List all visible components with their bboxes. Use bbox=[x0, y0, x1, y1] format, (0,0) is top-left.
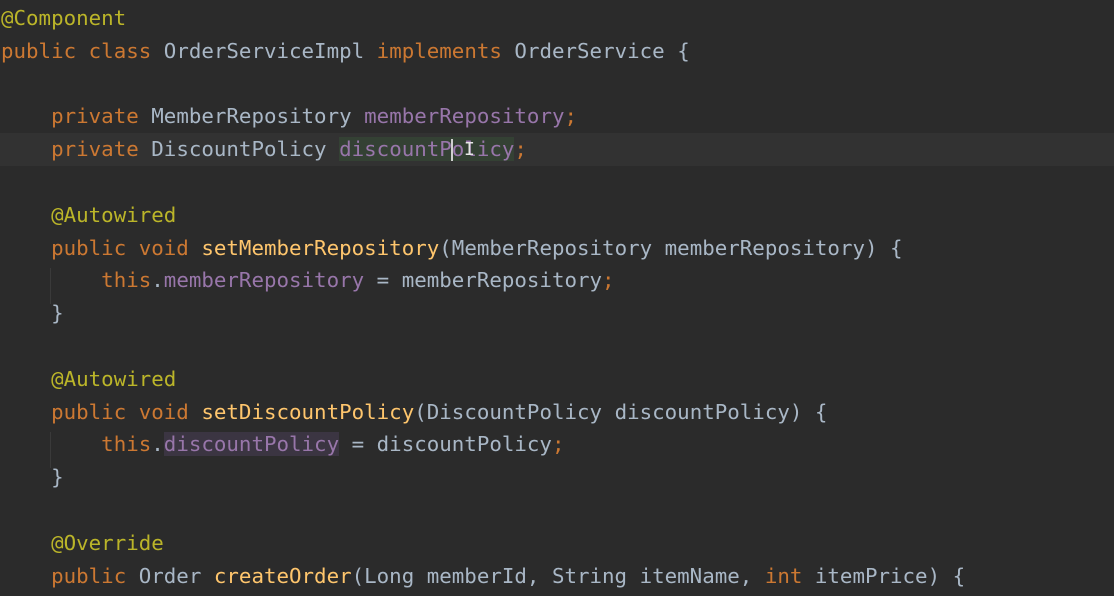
code-line-14[interactable]: this.discountPolicy = discountPolicy; bbox=[0, 428, 1114, 461]
brace: } bbox=[51, 465, 64, 490]
keyword: public bbox=[51, 235, 127, 260]
code-line-16[interactable] bbox=[0, 494, 1114, 527]
field-discount-policy-highlighted: discountPolicy bbox=[339, 137, 515, 162]
parameters: itemPrice) { bbox=[802, 563, 966, 588]
code-editor[interactable]: @Component public class OrderServiceImpl… bbox=[0, 0, 1114, 596]
semicolon: ; bbox=[564, 104, 578, 129]
parameters: (MemberRepository memberRepository) { bbox=[439, 235, 903, 260]
method-name: setMemberRepository bbox=[201, 235, 440, 260]
code-line-17[interactable]: @Override bbox=[0, 527, 1114, 560]
class-name: OrderServiceImpl bbox=[163, 38, 365, 63]
interface-name: OrderService bbox=[514, 38, 665, 63]
code-area[interactable]: @Component public class OrderServiceImpl… bbox=[0, 2, 1114, 592]
brace: } bbox=[51, 301, 64, 326]
keyword: class bbox=[88, 38, 152, 63]
code-line-3[interactable] bbox=[0, 68, 1114, 101]
code-line-15[interactable]: } bbox=[0, 461, 1114, 494]
annotation-override: @Override bbox=[51, 530, 164, 555]
dot: . bbox=[151, 432, 164, 457]
brace: { bbox=[677, 38, 690, 63]
code-line-9[interactable]: this.memberRepository = memberRepository… bbox=[0, 264, 1114, 297]
code-line-5[interactable]: private DiscountPolicy discountPolicy; bbox=[0, 133, 1114, 166]
keyword: public bbox=[51, 563, 127, 588]
field-reference: memberRepository bbox=[163, 268, 365, 293]
keyword: private bbox=[51, 104, 139, 129]
method-name: createOrder bbox=[213, 563, 352, 588]
keyword: public bbox=[51, 399, 127, 424]
code-line-6[interactable] bbox=[0, 166, 1114, 199]
code-line-18[interactable]: public Order createOrder(Long memberId, … bbox=[0, 560, 1114, 593]
code-line-10[interactable]: } bbox=[0, 297, 1114, 330]
code-line-13[interactable]: public void setDiscountPolicy(DiscountPo… bbox=[0, 396, 1114, 429]
ibeam-cursor-icon: I bbox=[464, 139, 475, 160]
annotation-component: @Component bbox=[1, 6, 127, 30]
keyword: private bbox=[51, 137, 139, 162]
dot: . bbox=[151, 268, 164, 293]
parameters: (DiscountPolicy discountPolicy) { bbox=[414, 399, 828, 424]
code-line-4[interactable]: private MemberRepository memberRepositor… bbox=[0, 100, 1114, 133]
type-name: MemberRepository bbox=[151, 104, 352, 129]
code-line-7[interactable]: @Autowired bbox=[0, 199, 1114, 232]
keyword: this bbox=[101, 268, 152, 293]
code-line-1[interactable]: @Component bbox=[0, 2, 1114, 35]
keyword: int bbox=[764, 563, 803, 588]
keyword: void bbox=[138, 235, 189, 260]
keyword: this bbox=[101, 432, 152, 457]
semicolon: ; bbox=[602, 268, 615, 293]
keyword: implements bbox=[376, 38, 502, 63]
assignment: = memberRepository bbox=[364, 268, 603, 293]
type-name: DiscountPolicy bbox=[151, 137, 327, 162]
field-reference-highlighted: discountPolicy bbox=[163, 432, 340, 457]
annotation-autowired: @Autowired bbox=[51, 202, 177, 227]
code-line-2[interactable]: public class OrderServiceImpl implements… bbox=[0, 35, 1114, 68]
code-line-8[interactable]: public void setMemberRepository(MemberRe… bbox=[0, 232, 1114, 265]
keyword: public bbox=[1, 38, 77, 63]
assignment: = discountPolicy bbox=[339, 432, 552, 457]
code-line-11[interactable] bbox=[0, 330, 1114, 363]
parameters: (Long memberId, String itemName, bbox=[351, 563, 765, 588]
field-member-repository: memberRepository bbox=[364, 104, 565, 129]
field-part-a: discountP bbox=[339, 137, 452, 162]
semicolon: ; bbox=[551, 432, 565, 457]
field-part-b: olicy bbox=[451, 137, 515, 162]
semicolon: ; bbox=[514, 137, 527, 162]
method-name: setDiscountPolicy bbox=[201, 399, 415, 424]
keyword: void bbox=[138, 399, 189, 424]
return-type: Order bbox=[138, 563, 202, 588]
annotation-autowired: @Autowired bbox=[51, 366, 177, 391]
code-line-12[interactable]: @Autowired bbox=[0, 363, 1114, 396]
